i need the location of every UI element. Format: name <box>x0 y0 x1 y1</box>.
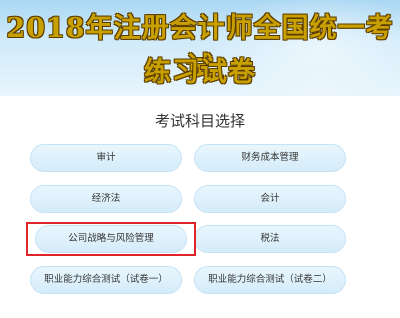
subject-button-professional-ability-paper-2[interactable]: 职业能力综合测试（试卷二） <box>194 266 346 294</box>
subject-button-audit[interactable]: 审计 <box>30 144 182 172</box>
banner-subtitle: 练习试卷 <box>0 50 400 89</box>
subject-button-tax-law[interactable]: 税法 <box>194 225 346 253</box>
subject-button-accounting[interactable]: 会计 <box>194 185 346 213</box>
subject-button-economic-law[interactable]: 经济法 <box>30 185 182 213</box>
subject-selection-panel: 考试科目选择 审计 财务成本管理 经济法 会计 公司战略与风险管理 税法 职业能… <box>10 100 390 318</box>
banner-subtitle-text: 练习试卷 <box>144 57 256 88</box>
subject-button-strategy-risk-management[interactable]: 公司战略与风险管理 <box>35 225 187 253</box>
subject-button-financial-cost-management[interactable]: 财务成本管理 <box>194 144 346 172</box>
subject-button-professional-ability-paper-1[interactable]: 职业能力综合测试（试卷一） <box>30 266 182 294</box>
panel-title: 考试科目选择 <box>154 112 245 130</box>
exam-banner: 2018年注册会计师全国统一考试 练习试卷 <box>0 0 400 96</box>
